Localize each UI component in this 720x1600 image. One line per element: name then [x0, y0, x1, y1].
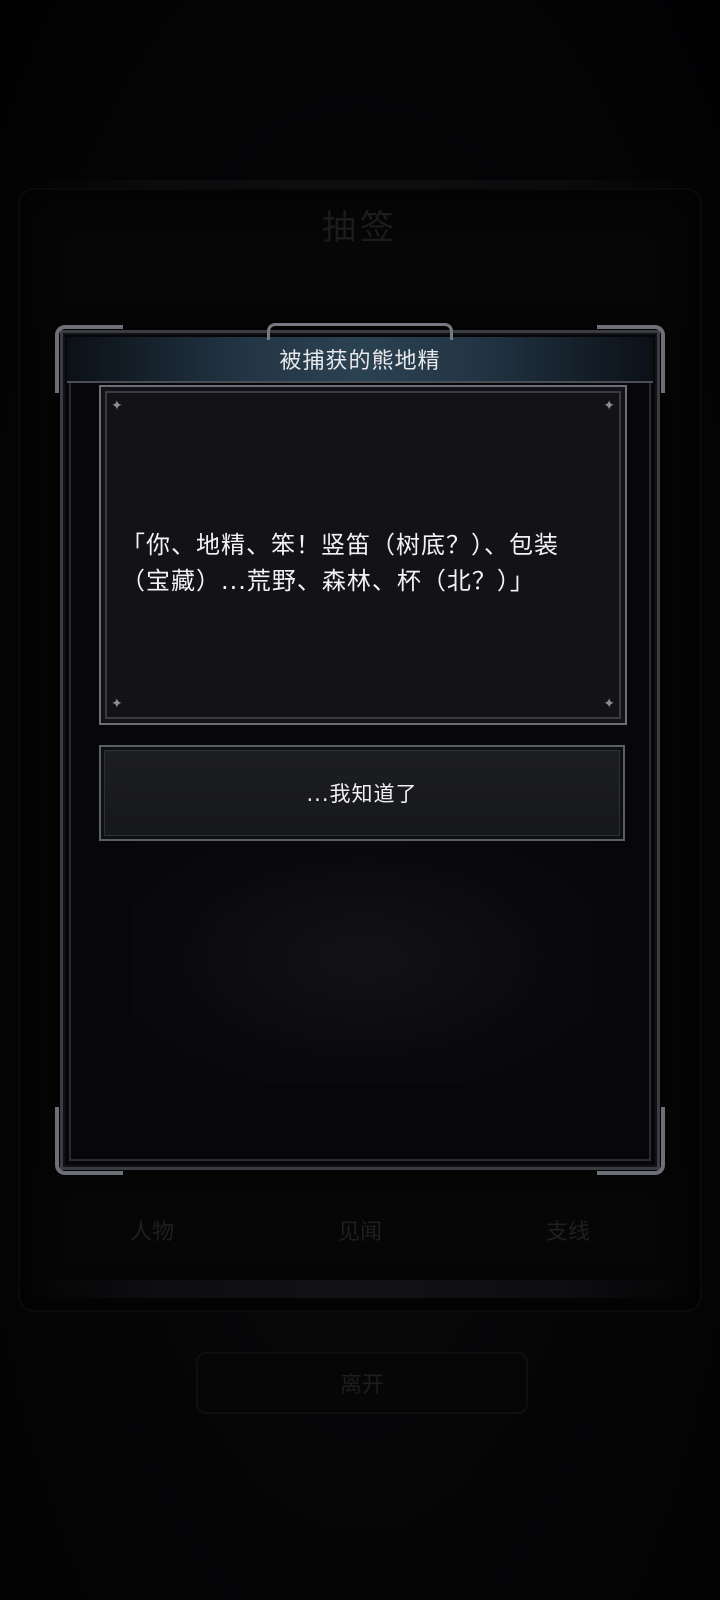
sparkle-icon: ✦: [603, 696, 615, 712]
reply-option-button[interactable]: ...我知道了: [99, 745, 625, 841]
modal-title: 被捕获的熊地精: [279, 349, 441, 374]
dialog-text-box: ✦ ✦ ✦ ✦ 「你、地精、笨！竖笛（树底？）、包装（宝藏）...荒野、森林、杯…: [99, 385, 627, 725]
sparkle-icon: ✦: [111, 398, 123, 414]
background-divider: [30, 1280, 690, 1298]
dialog-modal: 被捕获的熊地精 ✦ ✦ ✦ ✦ 「你、地精、笨！竖笛（树底？）、包装（宝藏）..…: [55, 323, 665, 1175]
modal-title-bar: 被捕获的熊地精: [67, 323, 653, 383]
tab-encounters: 见闻: [337, 1220, 382, 1245]
background-tab-bar: 人物 见闻 支线: [40, 1200, 680, 1260]
sparkle-icon: ✦: [111, 696, 123, 712]
frame-corner-ornament: [597, 1107, 665, 1175]
background-title: 抽签: [322, 208, 398, 248]
leave-button: 离开: [196, 1352, 528, 1414]
sparkle-icon: ✦: [603, 398, 615, 414]
frame-corner-ornament: [55, 1107, 123, 1175]
game-screen: 抽签 人物 见闻 支线 离开 被捕获的熊地精 ✦ ✦ ✦ ✦ 「你、地精、笨！竖…: [0, 0, 720, 1600]
dialog-text: 「你、地精、笨！竖笛（树底？）、包装（宝藏）...荒野、森林、杯（北？）」: [121, 531, 559, 595]
tab-sidequests: 支线: [545, 1220, 590, 1245]
tab-characters: 人物: [130, 1220, 175, 1245]
modal-texture: [133, 833, 593, 1083]
reply-option-label: ...我知道了: [306, 782, 418, 806]
